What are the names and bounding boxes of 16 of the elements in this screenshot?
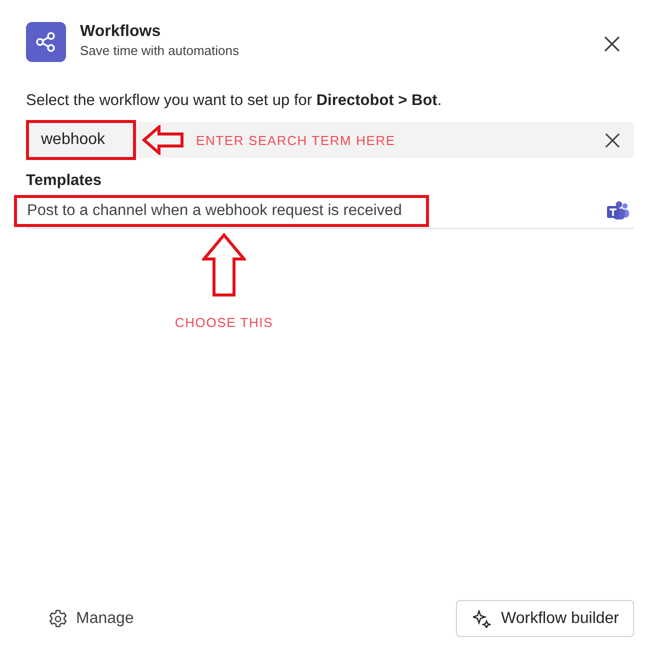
annotation-text: ENTER SEARCH TERM HERE bbox=[196, 132, 396, 148]
template-item[interactable]: Post to a channel when a webhook request is received bbox=[14, 195, 429, 227]
share-icon bbox=[26, 22, 66, 62]
app-icon bbox=[606, 200, 630, 222]
instruction-text: Select the workflow you want to set up for Directobot > Bot. bbox=[26, 91, 443, 111]
sparkle-icon bbox=[473, 610, 492, 628]
dialog-title: Workflows bbox=[80, 22, 162, 42]
annotation-text: CHOOSE THIS bbox=[174, 315, 274, 330]
section-heading: Templates bbox=[26, 172, 103, 190]
workflow-builder-button[interactable]: Workflow builder bbox=[456, 600, 634, 637]
dialog-subtitle: Save time with automations bbox=[80, 42, 240, 59]
manage-button[interactable]: Manage bbox=[42, 608, 140, 630]
up-arrow-icon bbox=[202, 233, 246, 297]
settings-icon bbox=[48, 608, 68, 628]
search-input[interactable]: webhook bbox=[26, 120, 136, 160]
left-arrow-icon bbox=[142, 125, 184, 155]
